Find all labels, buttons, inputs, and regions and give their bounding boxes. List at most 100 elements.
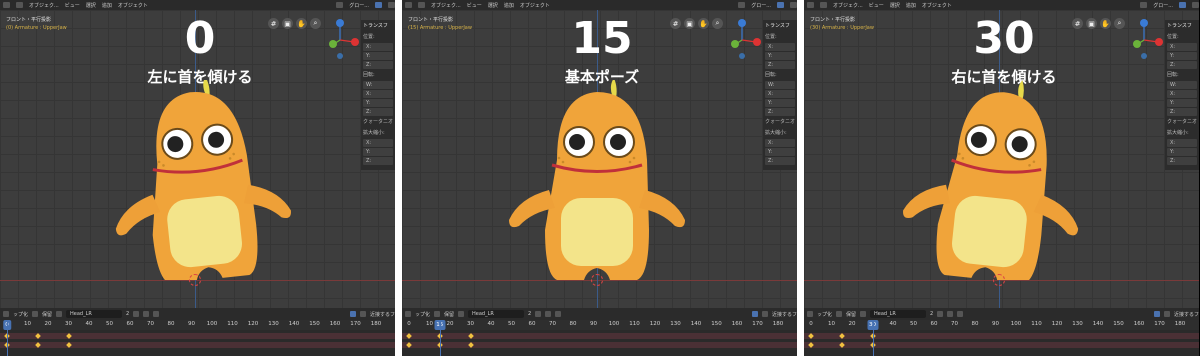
action-icon[interactable]	[860, 311, 867, 317]
location-y-field[interactable]: Y:	[1167, 52, 1197, 60]
camera-view-icon[interactable]: ▣	[282, 18, 293, 29]
new-action-icon[interactable]	[545, 311, 552, 317]
keep-icon[interactable]	[32, 311, 39, 317]
proportional-edit-icon[interactable]	[1192, 2, 1199, 8]
grid-toggle-icon[interactable]: #	[670, 18, 681, 29]
snap-dropdown[interactable]: 近接するフ	[370, 311, 395, 318]
3d-viewport[interactable]: フロント・平行投影 (30) Armature : UpperJaw 30 右に…	[804, 10, 1199, 308]
rotation-z-field[interactable]: Z:	[363, 108, 393, 116]
transform-orientation-icon[interactable]	[336, 2, 344, 8]
object-mode-dropdown[interactable]: オブジェク...	[431, 2, 461, 9]
unlink-action-icon[interactable]	[555, 311, 562, 317]
transform-orientation-icon[interactable]	[1140, 2, 1148, 8]
action-name-field[interactable]: Head_LR	[66, 310, 123, 318]
object-mode-icon[interactable]	[16, 2, 23, 8]
menu-view[interactable]: ビュー	[65, 2, 80, 9]
fake-user-icon[interactable]	[535, 311, 542, 317]
keep-icon[interactable]	[836, 311, 843, 317]
snap-icon[interactable]	[375, 2, 382, 8]
menu-view[interactable]: ビュー	[467, 2, 482, 9]
menu-add[interactable]: 追加	[102, 2, 112, 9]
dopesheet-tracks[interactable]	[804, 330, 1199, 356]
keep-label[interactable]: 保留	[444, 311, 454, 318]
navigation-gizmo[interactable]	[724, 18, 764, 62]
select-tool-icon[interactable]	[751, 311, 758, 317]
scale-z-field[interactable]: Z:	[363, 157, 393, 165]
grid-toggle-icon[interactable]: #	[268, 18, 279, 29]
unlink-action-icon[interactable]	[957, 311, 964, 317]
rotation-x-field[interactable]: X:	[363, 90, 393, 98]
location-z-field[interactable]: Z:	[1167, 61, 1197, 69]
rotation-y-field[interactable]: Y:	[363, 99, 393, 107]
snap-dropdown[interactable]: 近接するフ	[1174, 311, 1199, 318]
action-icon[interactable]	[458, 311, 465, 317]
scale-x-field[interactable]: X:	[765, 139, 795, 147]
location-y-field[interactable]: Y:	[363, 52, 393, 60]
keying-label[interactable]: ップ化	[13, 311, 28, 318]
camera-view-icon[interactable]: ▣	[684, 18, 695, 29]
timeline-editor-icon[interactable]	[3, 311, 9, 317]
new-action-icon[interactable]	[947, 311, 954, 317]
rotation-w-field[interactable]: W:	[1167, 81, 1197, 89]
playhead-line[interactable]	[872, 320, 874, 356]
playhead-line[interactable]	[439, 320, 441, 356]
scale-x-field[interactable]: X:	[1167, 139, 1197, 147]
scale-y-field[interactable]: Y:	[765, 148, 795, 156]
zoom-icon[interactable]: ⌕	[712, 18, 723, 29]
timeline-editor-icon[interactable]	[405, 311, 411, 317]
keying-label[interactable]: ップ化	[817, 311, 832, 318]
orientation-dropdown[interactable]: グロー...	[349, 2, 369, 9]
menu-select[interactable]: 選択	[86, 2, 96, 9]
location-x-field[interactable]: X:	[1167, 43, 1197, 51]
pan-hand-icon[interactable]: ✋	[1100, 18, 1111, 29]
pan-hand-icon[interactable]: ✋	[698, 18, 709, 29]
rotation-x-field[interactable]: X:	[1167, 90, 1197, 98]
menu-select[interactable]: 選択	[488, 2, 498, 9]
navigation-gizmo[interactable]	[322, 18, 362, 62]
object-mode-dropdown[interactable]: オブジェク...	[29, 2, 59, 9]
action-users-count[interactable]: 2	[126, 311, 129, 317]
filter-icon[interactable]	[359, 311, 366, 317]
location-x-field[interactable]: X:	[765, 43, 795, 51]
frame-ruler[interactable]: 0102030405060708090100110120130140150160…	[402, 320, 797, 330]
rotation-y-field[interactable]: Y:	[765, 99, 795, 107]
menu-add[interactable]: 追加	[504, 2, 514, 9]
object-mode-dropdown[interactable]: オブジェク...	[833, 2, 863, 9]
select-tool-icon[interactable]	[1153, 311, 1160, 317]
frame-ruler[interactable]: 0102030405060708090100110120130140150160…	[804, 320, 1199, 330]
object-mode-icon[interactable]	[418, 2, 425, 8]
snap-icon[interactable]	[777, 2, 784, 8]
editor-type-icon[interactable]	[405, 2, 412, 8]
rotation-w-field[interactable]: W:	[363, 81, 393, 89]
playhead-line[interactable]	[7, 320, 8, 356]
camera-view-icon[interactable]: ▣	[1086, 18, 1097, 29]
scale-y-field[interactable]: Y:	[363, 148, 393, 156]
zoom-icon[interactable]: ⌕	[310, 18, 321, 29]
menu-add[interactable]: 追加	[906, 2, 916, 9]
menu-view[interactable]: ビュー	[869, 2, 884, 9]
action-users-count[interactable]: 2	[528, 311, 531, 317]
new-action-icon[interactable]	[143, 311, 150, 317]
proportional-edit-icon[interactable]	[790, 2, 797, 8]
select-tool-icon[interactable]	[349, 311, 356, 317]
timeline-editor-icon[interactable]	[807, 311, 813, 317]
navigation-gizmo[interactable]	[1126, 18, 1166, 62]
rotation-z-field[interactable]: Z:	[1167, 108, 1197, 116]
proportional-edit-icon[interactable]	[388, 2, 395, 8]
scale-z-field[interactable]: Z:	[1167, 157, 1197, 165]
object-mode-icon[interactable]	[820, 2, 827, 8]
keep-label[interactable]: 保留	[42, 311, 52, 318]
action-users-count[interactable]: 2	[930, 311, 933, 317]
transform-orientation-icon[interactable]	[738, 2, 746, 8]
action-icon[interactable]	[56, 311, 63, 317]
pan-hand-icon[interactable]: ✋	[296, 18, 307, 29]
orientation-dropdown[interactable]: グロー...	[751, 2, 771, 9]
rotation-x-field[interactable]: X:	[765, 90, 795, 98]
filter-icon[interactable]	[761, 311, 768, 317]
fake-user-icon[interactable]	[937, 311, 944, 317]
scale-z-field[interactable]: Z:	[765, 157, 795, 165]
zoom-icon[interactable]: ⌕	[1114, 18, 1125, 29]
location-y-field[interactable]: Y:	[765, 52, 795, 60]
location-x-field[interactable]: X:	[363, 43, 393, 51]
filter-icon[interactable]	[1163, 311, 1170, 317]
